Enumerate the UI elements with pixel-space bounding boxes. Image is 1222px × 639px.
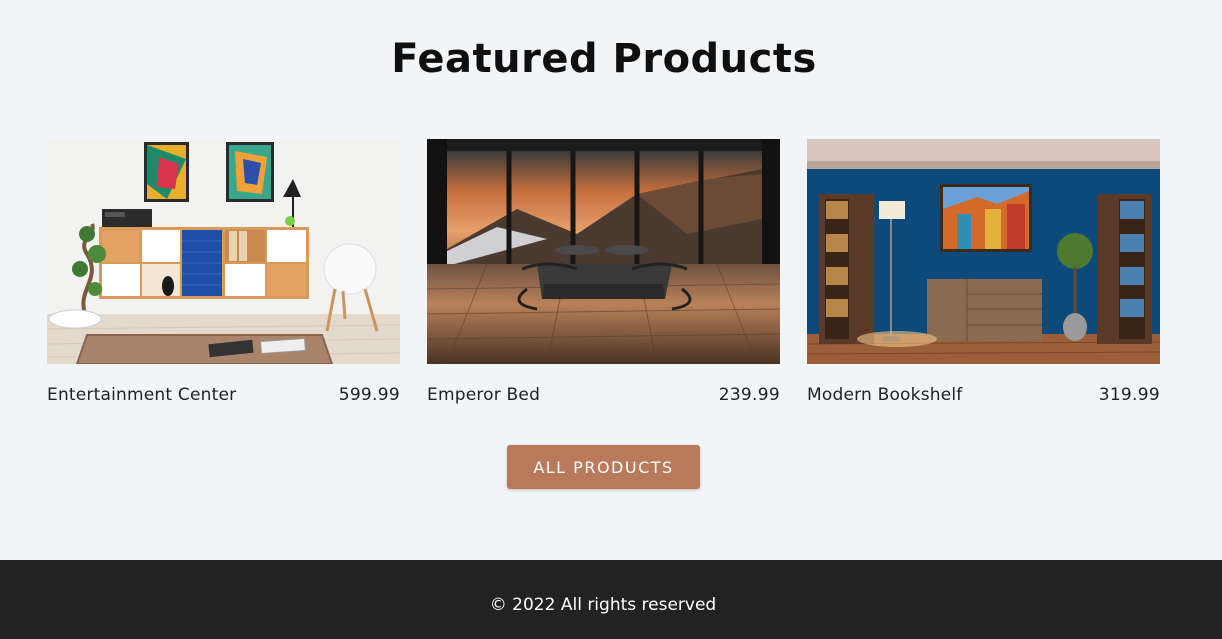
footer: © 2022 All rights reserved [0, 560, 1222, 639]
product-card[interactable]: Modern Bookshelf 319.99 [807, 139, 1160, 419]
product-name[interactable]: Modern Bookshelf [807, 385, 963, 405]
section-title: Featured Products [391, 36, 817, 82]
featured-products-section: Featured Products Entertainment Center 5… [0, 0, 1222, 560]
product-info: Entertainment Center 599.99 [47, 385, 400, 405]
product-info: Emperor Bed 239.99 [427, 385, 780, 405]
product-image-emperor-bed[interactable] [427, 139, 780, 364]
blue-room-bookshelf-photo [807, 139, 1160, 364]
product-info: Modern Bookshelf 319.99 [807, 385, 1160, 405]
product-price: 319.99 [1098, 385, 1160, 405]
product-price: 599.99 [338, 385, 400, 405]
products-grid: Entertainment Center 599.99 Emperor Bed … [47, 139, 1160, 419]
product-card[interactable]: Entertainment Center 599.99 [47, 139, 400, 419]
product-name[interactable]: Emperor Bed [427, 385, 540, 405]
product-price: 239.99 [718, 385, 780, 405]
product-image-modern-bookshelf[interactable] [807, 139, 1160, 364]
living-room-cabinet-photo [47, 139, 400, 364]
product-card[interactable]: Emperor Bed 239.99 [427, 139, 780, 419]
bed-mountain-view-photo [427, 139, 780, 364]
footer-copyright: © 2022 All rights reserved [489, 594, 717, 615]
all-products-button[interactable]: ALL PRODUCTS [507, 445, 700, 489]
product-name[interactable]: Entertainment Center [47, 385, 236, 405]
product-image-entertainment-center[interactable] [47, 139, 400, 364]
